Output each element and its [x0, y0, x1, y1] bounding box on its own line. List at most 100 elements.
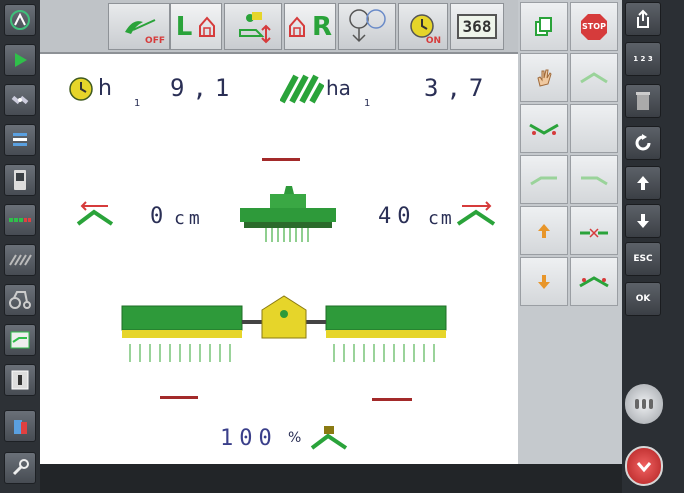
- offset-left-icon: [76, 201, 114, 226]
- delete-button[interactable]: [625, 84, 661, 118]
- menu-dial-button[interactable]: [625, 446, 663, 486]
- status-bar: [40, 464, 622, 493]
- sc-toggle-button[interactable]: OFF: [108, 3, 170, 50]
- terminal-screen: OFF L R ON 368 h 1 9,1 ha 1 3,7 0 cm 40 …: [0, 0, 684, 493]
- area-sub: 1: [364, 98, 371, 109]
- right-label: R: [311, 11, 333, 42]
- list-icon[interactable]: [4, 124, 36, 156]
- arrow-up-icon: [538, 223, 550, 238]
- ok-button[interactable]: OK: [625, 282, 661, 316]
- fold-icon: [529, 123, 559, 135]
- timer-on-label: ON: [425, 36, 441, 46]
- stop-softkey[interactable]: STOP: [570, 2, 618, 51]
- ramp-icon[interactable]: [4, 324, 36, 356]
- scroll-wheel[interactable]: [625, 384, 663, 424]
- home-icon[interactable]: [4, 4, 36, 36]
- satellite-icon[interactable]: [4, 84, 36, 116]
- wheel-grip-icon: [635, 399, 653, 409]
- right-hard-keys: 1 2 3 ESC OK: [622, 0, 684, 493]
- percent-unit: %: [288, 430, 302, 446]
- tractor-icon[interactable]: [4, 284, 36, 316]
- tractor-lift-button[interactable]: [224, 3, 282, 50]
- top-toolbar: OFF L R ON 368: [40, 0, 518, 54]
- flat-left-softkey[interactable]: [520, 155, 568, 204]
- offset-right-unit: cm: [428, 208, 454, 229]
- copy-softkey[interactable]: [520, 2, 568, 51]
- card-icon[interactable]: [4, 364, 36, 396]
- arrow-down-icon: [538, 274, 550, 289]
- pattern-icon[interactable]: [4, 204, 36, 236]
- mower-rear-combination: [121, 295, 447, 362]
- area-value: 3,7: [424, 74, 492, 102]
- left-label: L: [175, 11, 193, 42]
- position-marker: [262, 158, 300, 161]
- ramp-icon: [580, 71, 608, 83]
- offset-right-icon: [456, 201, 496, 226]
- spread-softkey[interactable]: [570, 206, 618, 255]
- left-section-button[interactable]: L: [170, 3, 222, 50]
- refresh-icon: [635, 134, 651, 151]
- spread-icon: [580, 227, 608, 238]
- play-icon[interactable]: [4, 44, 36, 76]
- pressure-icon: [349, 8, 386, 42]
- position-marker-left: [160, 396, 198, 399]
- left-toolbar: [0, 0, 40, 493]
- trash-icon: [636, 92, 650, 110]
- hours-value: 9,1: [170, 74, 238, 102]
- pressure-ramp-icon: [310, 426, 348, 450]
- area-unit: ha: [326, 76, 351, 100]
- chevron-down-icon: [636, 462, 652, 473]
- swath-icon[interactable]: [4, 244, 36, 276]
- flat-ramp-icon: [581, 176, 608, 185]
- flat-right-softkey[interactable]: [570, 155, 618, 204]
- trash-icon[interactable]: [4, 410, 36, 442]
- right-section-button[interactable]: R: [284, 3, 336, 50]
- unfold-softkey[interactable]: [570, 257, 618, 306]
- down-button[interactable]: [625, 204, 661, 238]
- hours-sub: 1: [134, 98, 141, 109]
- tractor-lift-icon: [239, 11, 271, 43]
- numpad-label: 1 2 3: [633, 55, 653, 63]
- offset-right-value: 40: [378, 204, 417, 229]
- esc-button[interactable]: ESC: [625, 242, 661, 276]
- area-hatch-icon: [280, 74, 324, 104]
- clock-icon: [69, 77, 93, 101]
- main-work-area: h 1 9,1 ha 1 3,7 0 cm 40 cm 100 %: [40, 54, 518, 464]
- flat-ramp-icon: [530, 176, 557, 185]
- manual-hand-softkey[interactable]: [520, 53, 568, 102]
- up-button[interactable]: [625, 166, 661, 200]
- mower-front-icon: [240, 186, 336, 242]
- esc-label: ESC: [633, 254, 653, 264]
- percent-value: 100: [220, 426, 278, 451]
- offset-left-unit: cm: [174, 208, 204, 229]
- exit-button[interactable]: [625, 2, 661, 36]
- hand-icon: [537, 69, 552, 87]
- unfold-icon: [579, 275, 609, 287]
- softkey-panel: STOP: [518, 0, 622, 464]
- counter-display[interactable]: 368: [450, 3, 504, 50]
- hours-unit: h: [98, 76, 112, 101]
- phone-icon[interactable]: [4, 164, 36, 196]
- refresh-button[interactable]: [625, 126, 661, 160]
- fold-softkey[interactable]: [520, 104, 568, 153]
- exit-icon: [637, 9, 649, 28]
- sc-off-label: OFF: [145, 36, 165, 46]
- lower-softkey[interactable]: [520, 257, 568, 306]
- arrow-down-icon: [637, 214, 649, 228]
- raise-softkey[interactable]: [520, 206, 568, 255]
- offset-left-value: 0: [150, 204, 164, 229]
- empty-softkey[interactable]: [570, 104, 618, 153]
- house-icon: [288, 15, 305, 37]
- arrow-up-icon: [637, 176, 649, 190]
- timer-on-button[interactable]: ON: [398, 3, 448, 50]
- numpad-button[interactable]: 1 2 3: [625, 42, 661, 76]
- ramp-softkey[interactable]: [570, 53, 618, 102]
- ok-label: OK: [635, 294, 651, 304]
- balloon-pressure-button[interactable]: [338, 3, 396, 50]
- stop-label: STOP: [582, 22, 606, 31]
- counter-value: 368: [456, 14, 498, 39]
- house-icon: [199, 15, 216, 37]
- position-marker-right: [372, 398, 412, 401]
- wrench-icon[interactable]: [4, 452, 36, 484]
- copy-icon: [535, 16, 552, 36]
